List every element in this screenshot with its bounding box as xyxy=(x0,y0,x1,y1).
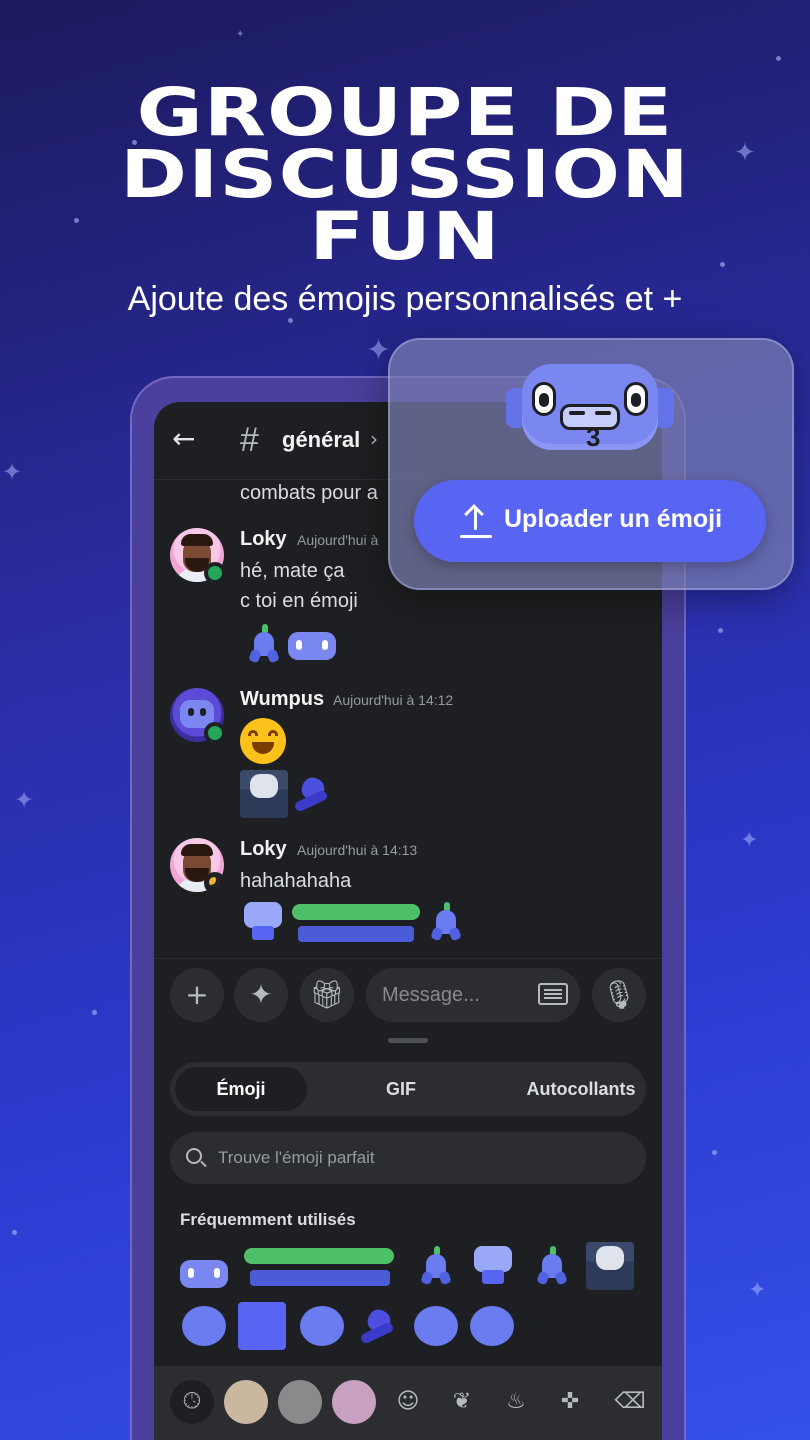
emoji-item[interactable] xyxy=(530,1242,578,1290)
food-bowl-icon[interactable]: ♨ xyxy=(494,1380,538,1424)
emoji-item[interactable] xyxy=(180,1250,228,1298)
message-text: hahahahaha xyxy=(240,870,352,892)
slime-car-emoji xyxy=(292,900,420,948)
dino-emoji xyxy=(246,624,282,664)
microphone-icon[interactable]: 🎙︎ xyxy=(592,968,646,1022)
gamepad-icon[interactable]: ✜ xyxy=(548,1380,592,1424)
headphone-bot-emoji xyxy=(240,900,286,942)
emoji-item[interactable] xyxy=(180,1302,228,1350)
online-status-icon xyxy=(204,722,226,744)
robot-face-icon: 3 xyxy=(506,364,674,452)
apps-icon[interactable]: ✦ xyxy=(234,968,288,1022)
backspace-icon[interactable]: ⌫ xyxy=(608,1380,652,1424)
running-wumpus-emoji xyxy=(290,772,334,816)
clock-icon[interactable]: 🕓︎ xyxy=(170,1380,214,1424)
server-avatar[interactable] xyxy=(332,1380,376,1424)
sparkle-decoration: ✦ xyxy=(2,458,23,486)
star-dot xyxy=(92,1010,97,1015)
idle-status-icon xyxy=(204,872,226,894)
emoji-category-bar: 🕓︎ ☺ ❦ ♨ ✜ ⌫ xyxy=(154,1366,662,1440)
online-status-icon xyxy=(204,562,226,584)
sparkle-decoration: ✦ xyxy=(740,828,759,853)
upload-icon xyxy=(460,504,492,538)
tab-gif[interactable]: GIF xyxy=(346,1067,456,1111)
laughing-emoji xyxy=(240,718,286,764)
emoji-item[interactable] xyxy=(412,1302,460,1350)
search-icon xyxy=(186,1148,202,1164)
message-timestamp: Aujourd'hui à xyxy=(297,532,379,548)
ghost-emoji xyxy=(240,770,288,818)
message-author[interactable]: Loky xyxy=(240,838,287,861)
picker-tabs: Émoji GIF Autocollants xyxy=(170,1062,646,1116)
message-placeholder: Message... xyxy=(382,984,480,1006)
server-avatar[interactable] xyxy=(224,1380,268,1424)
drawer-handle[interactable] xyxy=(388,1038,428,1043)
message-timestamp: Aujourd'hui à 14:12 xyxy=(333,692,454,708)
headline-line-2: DISCUSSION xyxy=(120,136,690,213)
back-arrow-icon[interactable]: ← xyxy=(172,424,202,454)
smiley-icon[interactable]: ☺ xyxy=(386,1380,430,1424)
message-input[interactable]: Message... xyxy=(366,968,580,1022)
robot-face-emoji xyxy=(288,632,336,660)
emoji-item[interactable] xyxy=(354,1302,402,1350)
promo-headline: GROUPE DE DISCUSSION FUN xyxy=(0,74,810,275)
sparkle-decoration: ✦ xyxy=(236,29,245,40)
server-avatar[interactable] xyxy=(278,1380,322,1424)
keyboard-icon[interactable] xyxy=(538,983,568,1005)
emoji-search[interactable]: Trouve l'émoji parfait xyxy=(170,1132,646,1184)
emoji-item[interactable] xyxy=(470,1242,518,1290)
message-text: c toi en émoji xyxy=(240,590,358,612)
emoji-item[interactable] xyxy=(244,1244,394,1292)
leaf-icon[interactable]: ❦ xyxy=(440,1380,484,1424)
divider xyxy=(154,958,662,959)
upload-emoji-button[interactable]: Uploader un émoji xyxy=(414,480,766,562)
tab-emoji[interactable]: Émoji xyxy=(175,1067,307,1111)
dino-emoji xyxy=(428,902,464,942)
message-composer: + ✦ 🎁︎ Message... 🎙︎ xyxy=(154,968,662,1024)
message-author[interactable]: Wumpus xyxy=(240,688,324,711)
sparkle-decoration: ✦ xyxy=(748,1278,767,1303)
section-title: Fréquemment utilisés xyxy=(180,1210,356,1229)
emoji-item[interactable] xyxy=(414,1242,462,1290)
promo-subtitle: Ajoute des émojis personnalisés et + xyxy=(127,280,683,318)
star-dot xyxy=(712,1150,717,1155)
sparkle-decoration: ✦ xyxy=(14,786,35,814)
gift-icon[interactable]: 🎁︎ xyxy=(300,968,354,1022)
channel-name[interactable]: général xyxy=(282,427,360,453)
message-timestamp: Aujourd'hui à 14:13 xyxy=(297,842,418,858)
previous-message-text: combats pour a xyxy=(240,482,378,504)
channel-hash-icon: # xyxy=(240,421,259,459)
search-placeholder: Trouve l'émoji parfait xyxy=(218,1148,375,1167)
emoji-item[interactable] xyxy=(468,1302,516,1350)
chevron-right-icon[interactable]: › xyxy=(370,427,378,451)
message-author[interactable]: Loky xyxy=(240,528,287,551)
emoji-item[interactable] xyxy=(238,1302,286,1350)
star-dot xyxy=(12,1230,17,1235)
star-dot xyxy=(718,628,723,633)
headline-line-1: GROUPE DE xyxy=(136,74,674,151)
star-dot xyxy=(776,56,781,61)
emoji-item[interactable] xyxy=(586,1242,634,1290)
sparkle-decoration: ✦ xyxy=(366,333,392,368)
upload-button-label: Uploader un émoji xyxy=(504,505,723,533)
headline-line-3: FUN xyxy=(309,198,501,275)
tab-stickers[interactable]: Autocollants xyxy=(516,1067,646,1111)
plus-icon[interactable]: + xyxy=(170,968,224,1022)
message-text: hé, mate ça xyxy=(240,560,345,582)
emoji-item[interactable] xyxy=(298,1302,346,1350)
